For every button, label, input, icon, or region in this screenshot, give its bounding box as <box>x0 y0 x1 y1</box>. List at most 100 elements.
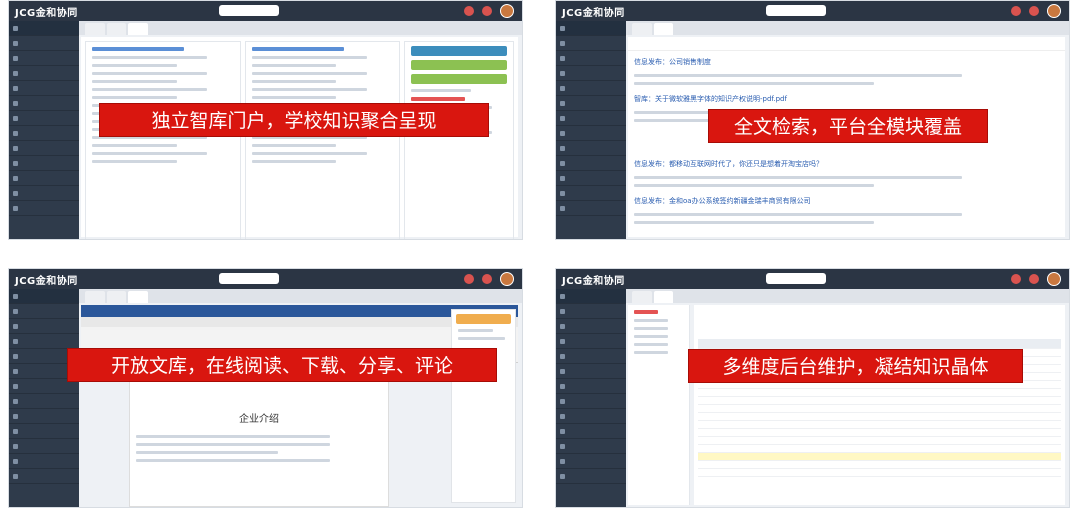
sidebar-item[interactable] <box>9 319 79 334</box>
sidebar-item[interactable] <box>9 21 79 36</box>
notification-icon[interactable] <box>464 274 474 284</box>
sidebar-item[interactable] <box>9 66 79 81</box>
message-icon[interactable] <box>1029 274 1039 284</box>
share-button[interactable] <box>456 314 511 324</box>
sidebar-item[interactable] <box>9 469 79 484</box>
sidebar-item[interactable] <box>9 111 79 126</box>
sidebar-item[interactable] <box>9 156 79 171</box>
sidebar-item[interactable] <box>556 81 626 96</box>
sidebar-item[interactable] <box>556 409 626 424</box>
search-result-title[interactable]: 信息发布：都移动互联网时代了，你还只是想着开淘宝店吗？ <box>628 155 1065 171</box>
sidebar-item[interactable] <box>556 364 626 379</box>
sidebar-item[interactable] <box>556 126 626 141</box>
sidebar-item[interactable] <box>556 289 626 304</box>
search-result-title[interactable]: 信息发布：公司销售制度 <box>628 51 1065 69</box>
search-input[interactable] <box>219 273 279 284</box>
table-row[interactable] <box>698 461 1061 469</box>
sidebar-item[interactable] <box>9 126 79 141</box>
sidebar-item[interactable] <box>9 201 79 216</box>
tab[interactable] <box>85 291 105 303</box>
sidebar-item[interactable] <box>9 439 79 454</box>
sidebar-item[interactable] <box>556 156 626 171</box>
sidebar-item[interactable] <box>556 96 626 111</box>
sidebar-item[interactable] <box>556 349 626 364</box>
table-row[interactable] <box>698 405 1061 413</box>
sidebar-item[interactable] <box>9 394 79 409</box>
search-result-title[interactable]: 智库：关于微软雅黑字体的知识产权说明-pdf.pdf <box>628 90 1065 106</box>
tab[interactable] <box>106 291 127 303</box>
avatar[interactable] <box>500 272 514 286</box>
table-row[interactable] <box>698 389 1061 397</box>
table-row[interactable] <box>698 397 1061 405</box>
sidebar-item[interactable] <box>556 171 626 186</box>
table-row[interactable] <box>698 429 1061 437</box>
sidebar-item[interactable] <box>9 141 79 156</box>
tab[interactable] <box>653 23 674 35</box>
sidebar-item[interactable] <box>556 424 626 439</box>
sidebar-item[interactable] <box>9 424 79 439</box>
sidebar-item[interactable] <box>556 469 626 484</box>
sidebar-item[interactable] <box>556 454 626 469</box>
table-row[interactable] <box>698 453 1061 461</box>
sidebar-item[interactable] <box>556 319 626 334</box>
sidebar-item[interactable] <box>556 141 626 156</box>
tab[interactable] <box>128 291 148 303</box>
table-row[interactable] <box>698 437 1061 445</box>
notification-icon[interactable] <box>464 6 474 16</box>
avatar[interactable] <box>500 4 514 18</box>
sidebar-item[interactable] <box>9 36 79 51</box>
notification-icon[interactable] <box>1011 6 1021 16</box>
message-icon[interactable] <box>482 274 492 284</box>
sidebar-item[interactable] <box>556 394 626 409</box>
sidebar-item[interactable] <box>9 409 79 424</box>
message-icon[interactable] <box>1029 6 1039 16</box>
sidebar-item[interactable] <box>9 304 79 319</box>
sidebar-item[interactable] <box>9 454 79 469</box>
tab[interactable] <box>85 23 105 35</box>
sidebar-item[interactable] <box>9 81 79 96</box>
message-icon[interactable] <box>482 6 492 16</box>
sidebar-item[interactable] <box>556 186 626 201</box>
action-button[interactable] <box>411 46 507 56</box>
tab[interactable] <box>632 291 652 303</box>
sidebar-item[interactable] <box>9 171 79 186</box>
sidebar-item[interactable] <box>556 51 626 66</box>
sidebar-item[interactable] <box>556 439 626 454</box>
search-input[interactable] <box>219 5 279 16</box>
sidebar-item[interactable] <box>556 21 626 36</box>
tab[interactable] <box>128 23 148 35</box>
sidebar-item[interactable] <box>556 66 626 81</box>
tab-bar <box>626 21 1069 35</box>
tab[interactable] <box>632 23 652 35</box>
search-input[interactable] <box>766 5 826 16</box>
app-logo: JCG金和协同 <box>15 8 78 19</box>
avatar[interactable] <box>1047 4 1061 18</box>
action-button[interactable] <box>411 60 507 70</box>
table-row[interactable] <box>698 445 1061 453</box>
sidebar-item[interactable] <box>9 289 79 304</box>
sidebar-item[interactable] <box>556 36 626 51</box>
top-navigation-bar: JCG金和协同 <box>556 269 1069 289</box>
search-input[interactable] <box>766 273 826 284</box>
action-button[interactable] <box>411 74 507 84</box>
tab[interactable] <box>653 291 674 303</box>
sidebar-item[interactable] <box>9 51 79 66</box>
tab[interactable] <box>106 23 127 35</box>
sidebar-item[interactable] <box>556 379 626 394</box>
sidebar-item[interactable] <box>556 201 626 216</box>
table-row[interactable] <box>698 421 1061 429</box>
sidebar-item[interactable] <box>9 96 79 111</box>
screenshot-knowledge-portal: JCG金和协同 独立智库门户，学校知识聚合呈现 <box>8 0 523 240</box>
sidebar <box>9 289 79 507</box>
sidebar-item[interactable] <box>556 334 626 349</box>
notification-icon[interactable] <box>1011 274 1021 284</box>
sidebar-item[interactable] <box>9 186 79 201</box>
sidebar-item[interactable] <box>556 304 626 319</box>
search-result-title[interactable]: 信息发布：金和oa办公系统签约新疆金瑞丰商贸有限公司 <box>628 192 1065 208</box>
table-row[interactable] <box>698 413 1061 421</box>
avatar[interactable] <box>1047 272 1061 286</box>
table-row[interactable] <box>698 469 1061 477</box>
tab-bar <box>626 289 1069 303</box>
sidebar-item[interactable] <box>9 334 79 349</box>
sidebar-item[interactable] <box>556 111 626 126</box>
